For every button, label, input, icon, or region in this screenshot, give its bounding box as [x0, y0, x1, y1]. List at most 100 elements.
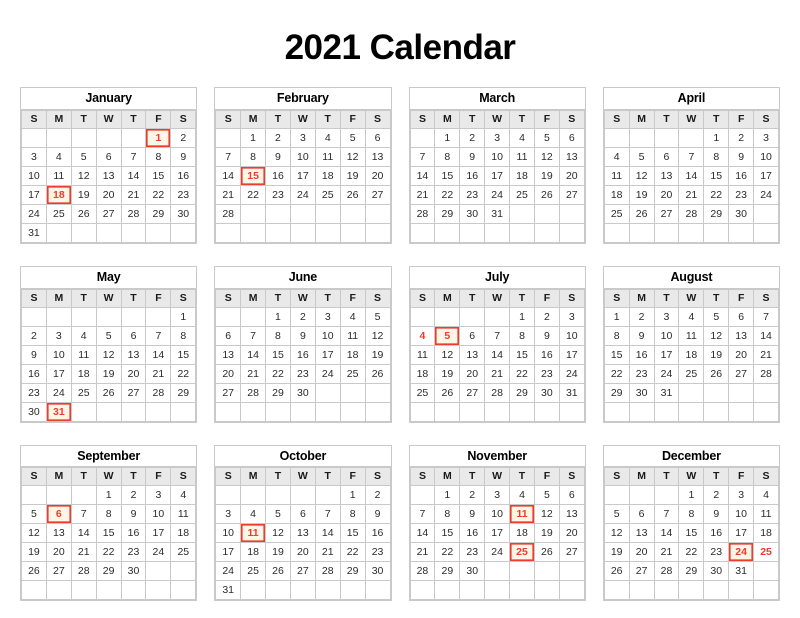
day-cell[interactable]: 20 — [653, 184, 680, 205]
day-cell[interactable]: 8 — [265, 325, 291, 346]
day-cell[interactable]: 16 — [364, 523, 391, 544]
day-cell[interactable]: 1 — [434, 127, 461, 148]
day-cell[interactable]: 9 — [289, 325, 316, 346]
day-cell[interactable]: 9 — [459, 146, 486, 167]
day-cell[interactable]: 2 — [703, 485, 730, 506]
day-cell[interactable]: 28 — [409, 203, 436, 224]
day-cell[interactable]: 27 — [215, 382, 242, 403]
day-cell[interactable]: 31 — [215, 580, 242, 601]
day-cell[interactable]: 2 — [459, 485, 486, 506]
day-cell[interactable]: 28 — [409, 561, 436, 582]
day-cell[interactable]: 31 — [484, 203, 511, 224]
day-cell[interactable]: 19 — [533, 165, 560, 186]
day-cell[interactable]: 19 — [339, 165, 366, 186]
day-cell[interactable]: 28 — [484, 382, 511, 403]
day-cell[interactable]: 6 — [558, 485, 585, 506]
day-cell[interactable]: 20 — [120, 363, 147, 384]
day-cell-highlighted[interactable]: 5 — [434, 325, 461, 346]
day-cell[interactable]: 18 — [678, 344, 705, 365]
day-cell[interactable]: 19 — [21, 542, 47, 563]
day-cell[interactable]: 11 — [170, 504, 197, 525]
day-cell[interactable]: 22 — [703, 184, 730, 205]
day-cell[interactable]: 10 — [21, 165, 47, 186]
day-cell[interactable]: 19 — [364, 344, 391, 365]
day-cell[interactable]: 20 — [628, 542, 655, 563]
day-cell[interactable]: 19 — [703, 344, 730, 365]
day-cell[interactable]: 17 — [314, 344, 341, 365]
day-cell[interactable]: 19 — [533, 523, 560, 544]
day-cell[interactable]: 6 — [215, 325, 242, 346]
day-cell[interactable]: 8 — [703, 146, 730, 167]
day-cell[interactable]: 6 — [364, 127, 391, 148]
day-cell[interactable]: 3 — [145, 485, 172, 506]
day-cell[interactable]: 16 — [628, 344, 655, 365]
day-cell[interactable]: 16 — [289, 344, 316, 365]
day-cell[interactable]: 30 — [21, 401, 47, 422]
day-cell[interactable]: 17 — [45, 363, 72, 384]
day-cell[interactable]: 24 — [289, 184, 316, 205]
day-cell[interactable]: 16 — [533, 344, 560, 365]
day-cell[interactable]: 23 — [265, 184, 291, 205]
day-cell[interactable]: 24 — [21, 203, 47, 224]
day-cell[interactable]: 10 — [653, 325, 680, 346]
day-cell[interactable]: 1 — [265, 306, 291, 327]
day-cell[interactable]: 19 — [434, 363, 461, 384]
day-cell[interactable]: 6 — [459, 325, 486, 346]
day-cell[interactable]: 18 — [409, 363, 436, 384]
day-cell[interactable]: 6 — [653, 146, 680, 167]
day-cell[interactable]: 5 — [603, 504, 630, 525]
day-cell[interactable]: 28 — [753, 363, 779, 384]
day-cell[interactable]: 8 — [339, 504, 366, 525]
day-cell[interactable]: 13 — [120, 344, 147, 365]
day-cell[interactable]: 14 — [753, 325, 779, 346]
day-cell[interactable]: 27 — [628, 561, 655, 582]
day-cell[interactable]: 14 — [653, 523, 680, 544]
day-cell[interactable]: 12 — [533, 504, 560, 525]
day-cell[interactable]: 4 — [509, 485, 535, 506]
day-cell[interactable]: 2 — [459, 127, 486, 148]
day-cell[interactable]: 20 — [558, 165, 585, 186]
day-cell[interactable]: 5 — [265, 504, 291, 525]
day-cell[interactable]: 20 — [215, 363, 242, 384]
day-cell[interactable]: 25 — [409, 382, 436, 403]
day-cell[interactable]: 1 — [95, 485, 122, 506]
day-cell[interactable]: 7 — [484, 325, 511, 346]
day-cell[interactable]: 5 — [533, 127, 560, 148]
day-cell[interactable]: 11 — [45, 165, 72, 186]
day-cell[interactable]: 18 — [314, 165, 341, 186]
day-cell[interactable]: 7 — [314, 504, 341, 525]
day-cell[interactable]: 26 — [603, 561, 630, 582]
day-cell[interactable]: 9 — [533, 325, 560, 346]
day-cell[interactable]: 18 — [603, 184, 630, 205]
day-cell[interactable]: 20 — [728, 344, 755, 365]
day-cell[interactable]: 19 — [95, 363, 122, 384]
day-cell[interactable]: 14 — [120, 165, 147, 186]
day-cell[interactable]: 11 — [753, 504, 779, 525]
day-cell[interactable]: 11 — [339, 325, 366, 346]
day-cell[interactable]: 18 — [170, 523, 197, 544]
day-cell[interactable]: 5 — [703, 306, 730, 327]
day-cell[interactable]: 14 — [70, 523, 97, 544]
day-cell[interactable]: 22 — [170, 363, 197, 384]
day-cell[interactable]: 4 — [339, 306, 366, 327]
day-cell[interactable]: 18 — [509, 523, 535, 544]
day-cell[interactable]: 8 — [434, 146, 461, 167]
day-cell[interactable]: 30 — [364, 561, 391, 582]
day-cell[interactable]: 25 — [314, 184, 341, 205]
day-cell[interactable]: 21 — [215, 184, 242, 205]
day-cell[interactable]: 21 — [409, 542, 436, 563]
day-cell[interactable]: 13 — [215, 344, 242, 365]
day-cell[interactable]: 27 — [45, 561, 72, 582]
day-cell[interactable]: 15 — [265, 344, 291, 365]
day-cell[interactable]: 31 — [558, 382, 585, 403]
day-cell[interactable]: 15 — [434, 165, 461, 186]
day-cell[interactable]: 22 — [434, 542, 461, 563]
day-cell[interactable]: 31 — [728, 561, 755, 582]
day-cell[interactable]: 16 — [728, 165, 755, 186]
day-cell[interactable]: 17 — [484, 165, 511, 186]
day-cell[interactable]: 23 — [364, 542, 391, 563]
day-cell[interactable]: 10 — [145, 504, 172, 525]
day-cell[interactable]: 12 — [434, 344, 461, 365]
day-cell[interactable]: 29 — [339, 561, 366, 582]
day-cell[interactable]: 12 — [95, 344, 122, 365]
